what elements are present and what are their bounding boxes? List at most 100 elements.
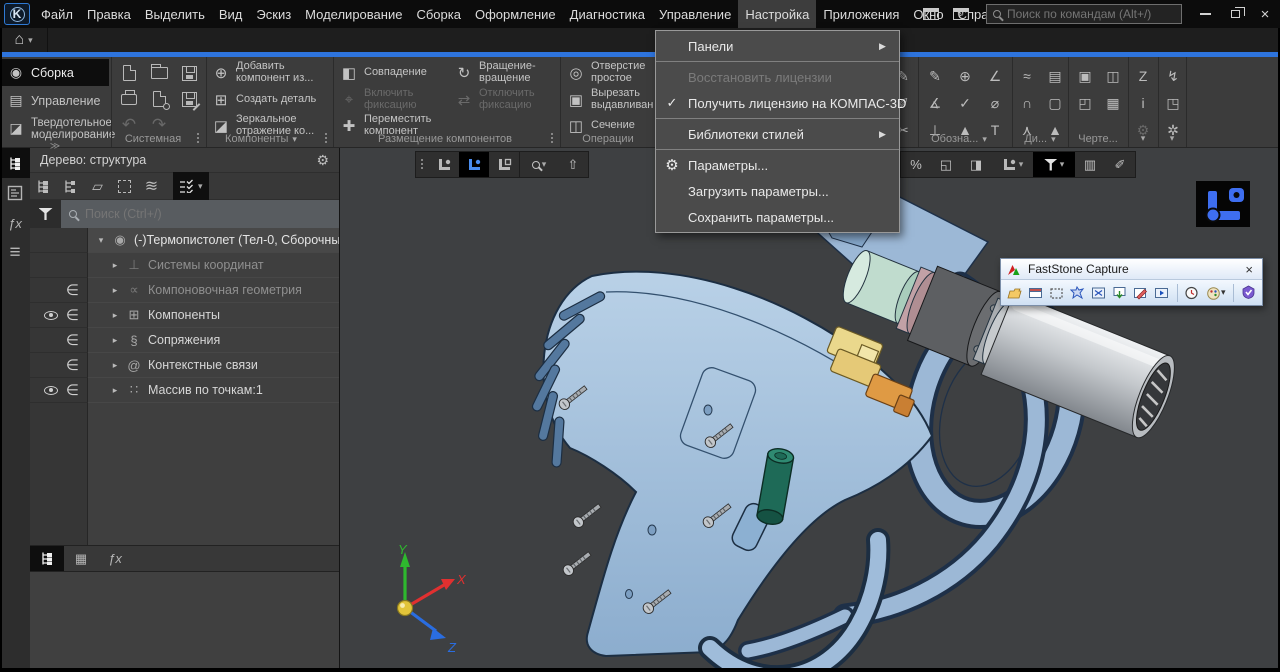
display-filter-button[interactable]: ▾ (173, 172, 209, 200)
zoom-button[interactable]: ▾ (520, 152, 558, 177)
output-settings-button[interactable]: ▾ (1203, 283, 1228, 303)
tree-structure-button[interactable] (57, 173, 84, 199)
command-search[interactable] (986, 4, 1182, 24)
home-tab-button[interactable]: ⌂ ▾ (0, 28, 48, 52)
screen-recorder-button[interactable] (1152, 283, 1171, 303)
add-component-button[interactable]: ⊕Добавить компонент из... (212, 60, 313, 85)
gear-icon[interactable]: ⚙ (316, 152, 329, 169)
expand-arrow-icon[interactable]: ▸ (110, 285, 120, 296)
view-orientation-badge[interactable] (1196, 181, 1250, 227)
tree-row-coordinate-systems[interactable]: ▸ ⊥ Системы координат (30, 253, 339, 278)
group-grip[interactable] (196, 132, 201, 145)
capture-fullscreen-button[interactable] (1089, 283, 1108, 303)
new-window-icon[interactable] (923, 8, 939, 20)
menu-sketch[interactable]: Эскиз (249, 0, 298, 28)
layers-button[interactable]: ≋ (138, 173, 165, 199)
expand-arrow-icon[interactable]: ▸ (110, 385, 120, 396)
menu-item-get-license[interactable]: ✓ Получить лицензию на КОМПАС-3D (656, 90, 899, 116)
cut-extrude-button[interactable]: ▣Вырезать выдавливан (567, 87, 653, 112)
tree-row-root[interactable]: ▾ ◉ (-)Термопистолет (Тел-0, Сборочных е (30, 228, 339, 253)
sheet-tool-icon[interactable]: ▤ (1042, 63, 1068, 89)
minimize-button[interactable] (1190, 0, 1220, 28)
menu-assembly[interactable]: Сборка (409, 0, 468, 28)
annotation-tool-icon[interactable]: ✓ (952, 90, 978, 116)
tree-search[interactable] (61, 200, 339, 228)
menu-item-parameters[interactable]: ⚙ Параметры... (656, 152, 899, 178)
orientation-dropdown-button[interactable]: ▾ (991, 152, 1033, 177)
expand-arrow-icon[interactable]: ▸ (110, 310, 120, 321)
table-tool-icon[interactable]: ▦ (1100, 90, 1126, 116)
group-grip[interactable] (324, 132, 329, 145)
filter-icon[interactable] (30, 200, 61, 228)
annotation-tool-icon[interactable]: ⊕ (952, 63, 978, 89)
expand-arrow-icon[interactable]: ▾ (96, 235, 106, 246)
open-document-button[interactable] (146, 60, 172, 86)
bottom-tab-list[interactable]: ▦ (64, 546, 98, 571)
view-tool-icon[interactable]: ◫ (1100, 63, 1126, 89)
new-document-button[interactable] (116, 60, 142, 86)
curve-tool-icon[interactable]: ≈ (1014, 63, 1040, 89)
menu-view[interactable]: Вид (212, 0, 250, 28)
expand-arrow-icon[interactable]: ▸ (110, 335, 120, 346)
simple-hole-button[interactable]: ◎Отверстие простое (567, 60, 645, 85)
info-tool-icon[interactable]: i (1130, 90, 1156, 116)
save-as-button[interactable] (176, 86, 202, 112)
bottom-tab-tree[interactable] (30, 546, 64, 571)
coincidence-button[interactable]: ◧Совпадение (340, 60, 427, 85)
capture-rectangle-button[interactable] (1047, 283, 1066, 303)
menu-item-restore-licenses[interactable]: Восстановить лицензии (656, 64, 899, 90)
expand-arrow-icon[interactable]: ▸ (110, 260, 120, 271)
menu-applications[interactable]: Приложения (816, 0, 906, 28)
nav-solid-modeling[interactable]: ◪ Твердотельное моделирование (2, 115, 109, 142)
tree-numbering-button[interactable] (30, 173, 57, 199)
menu-select[interactable]: Выделить (138, 0, 212, 28)
group-grip[interactable] (550, 132, 555, 145)
tree-search-input[interactable] (85, 207, 331, 221)
toolbar-grip[interactable] (420, 158, 425, 171)
capture-scrolling-button[interactable] (1110, 283, 1129, 303)
rotation-rotation-button[interactable]: ↻Вращение- вращение (455, 60, 536, 85)
tree-row-context-links[interactable]: ∈ ▸ @ Контекстные связи (30, 353, 339, 378)
menu-settings[interactable]: Настройка (738, 0, 816, 28)
render-mode-button[interactable]: ◨ (961, 152, 991, 177)
menu-diagnostics[interactable]: Диагностика (563, 0, 652, 28)
restore-button[interactable] (1220, 0, 1250, 28)
tree-panel-tab[interactable] (0, 148, 30, 178)
orientation-plane-button[interactable] (489, 152, 519, 177)
tree-row-mates[interactable]: ∈ ▸ § Сопряжения (30, 328, 339, 353)
composition-button[interactable]: ▱ (84, 173, 111, 199)
filter-objects-button[interactable]: ▾ (1033, 152, 1075, 177)
page-tool-icon[interactable]: ▢ (1042, 90, 1068, 116)
edit-annotate-button[interactable] (1131, 283, 1150, 303)
menu-file[interactable]: Файл (34, 0, 80, 28)
faststone-close-icon[interactable]: × (1242, 262, 1256, 277)
delay-timer-button[interactable] (1182, 283, 1201, 303)
capture-freehand-button[interactable] (1068, 283, 1087, 303)
close-button[interactable]: × (1250, 0, 1280, 28)
faststone-settings-button[interactable] (1239, 283, 1258, 303)
save-button[interactable] (176, 60, 202, 86)
refresh-view-button[interactable]: ⇧ (558, 152, 588, 177)
tree-row-layout-geometry[interactable]: ∈ ▸ ∝ Компоновочная геометрия (30, 278, 339, 303)
collapse-ribbon-button[interactable]: ≫ (0, 141, 110, 152)
annotation-tool-icon[interactable]: ∠ (982, 63, 1008, 89)
snap-button[interactable]: % (901, 152, 931, 177)
visibility-eye-icon[interactable] (44, 386, 58, 395)
orientation-isometric-button[interactable] (459, 152, 489, 177)
z-order-tool-icon[interactable]: Z (1130, 63, 1156, 89)
command-search-input[interactable] (1007, 7, 1175, 21)
menu-item-load-parameters[interactable]: Загрузить параметры... (656, 178, 899, 204)
expand-arrow-icon[interactable]: ▸ (110, 360, 120, 371)
nav-assembly[interactable]: ◉ Сборка (2, 59, 109, 86)
capture-window-button[interactable] (1026, 283, 1045, 303)
menu-modeling[interactable]: Моделирование (298, 0, 409, 28)
menu-item-save-parameters[interactable]: Сохранить параметры... (656, 204, 899, 230)
parameters-panel-tab[interactable] (0, 178, 30, 208)
window-settings-icon[interactable] (953, 8, 969, 20)
menu-item-style-libraries[interactable]: Библиотеки стилей ▶ (656, 121, 899, 147)
menu-drawing[interactable]: Оформление (468, 0, 563, 28)
view-tool-icon[interactable]: ▣ (1072, 63, 1098, 89)
preview-button[interactable] (146, 86, 172, 112)
open-file-button[interactable] (1005, 283, 1024, 303)
eyedropper-button[interactable]: ✐ (1105, 152, 1135, 177)
